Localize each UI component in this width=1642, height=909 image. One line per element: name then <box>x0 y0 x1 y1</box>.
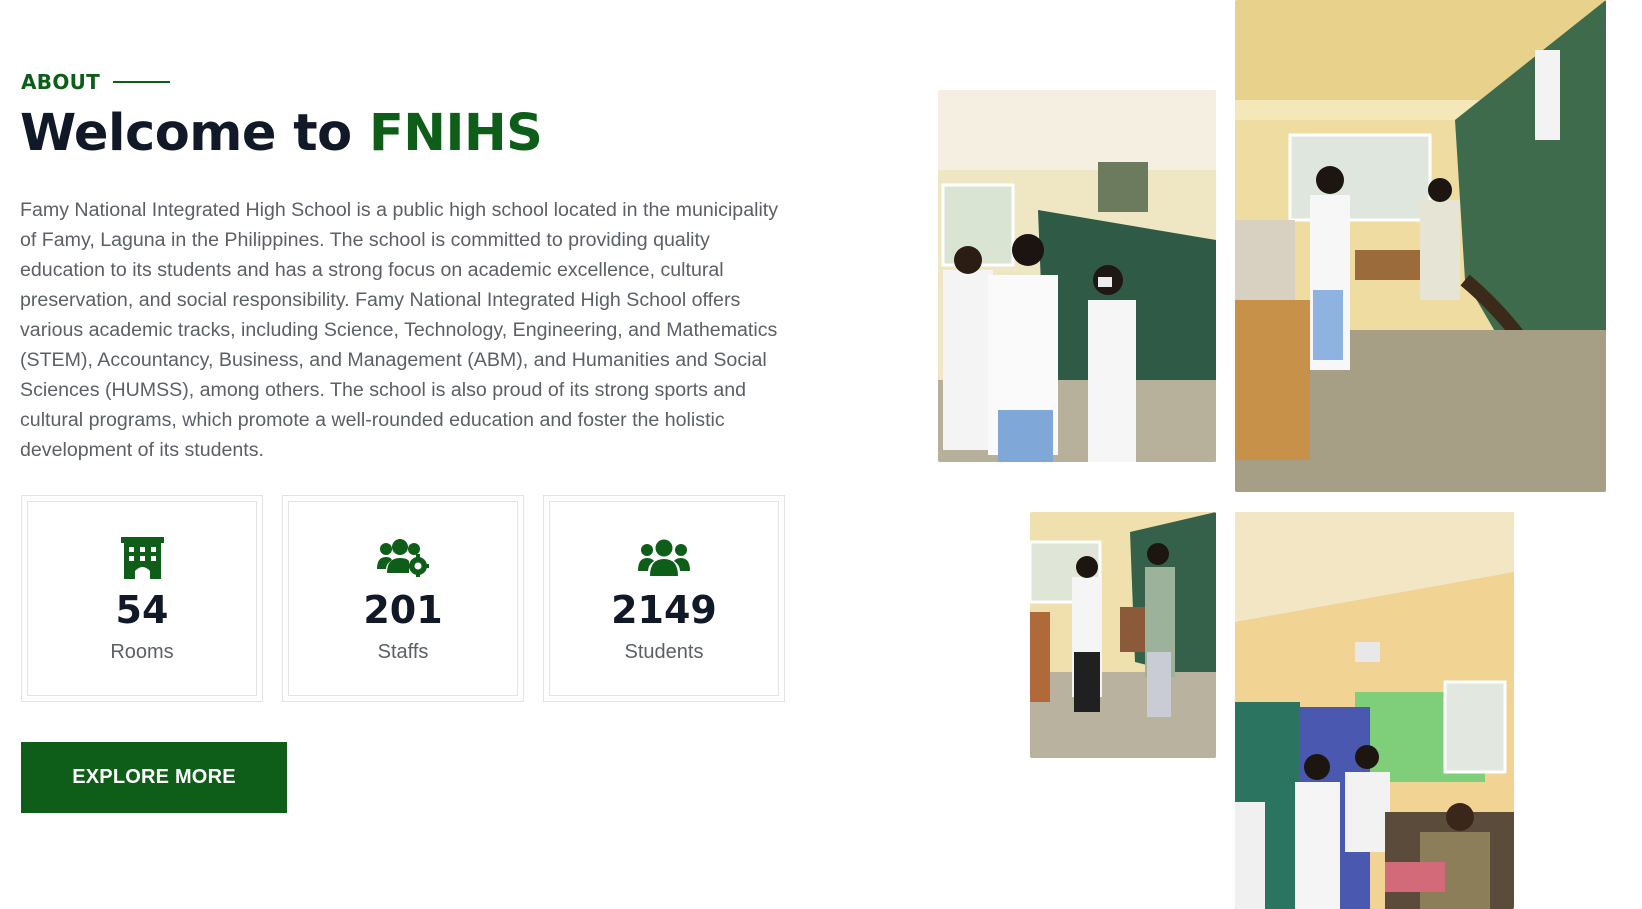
stat-card-students: 2149 Students <box>543 495 785 702</box>
classroom-photo-teacher-desk <box>1235 0 1606 492</box>
stat-value: 2149 <box>611 588 717 632</box>
section-eyebrow: ABOUT <box>21 70 171 94</box>
title-prefix: Welcome to <box>20 104 352 163</box>
users-icon <box>638 537 690 579</box>
building-icon <box>120 537 165 579</box>
stat-card-inner: 201 Staffs <box>288 501 518 696</box>
title-highlight: FNIHS <box>368 104 543 163</box>
classroom-photo-students-standing <box>1030 512 1216 758</box>
stat-card-inner: 2149 Students <box>549 501 779 696</box>
classroom-photo-blackboard <box>938 90 1216 462</box>
stat-label: Students <box>624 641 704 663</box>
stat-card-inner: 54 Rooms <box>27 501 257 696</box>
stat-value: 54 <box>115 588 169 632</box>
stat-label: Staffs <box>377 641 429 663</box>
stat-card-staffs: 201 Staffs <box>282 495 524 702</box>
users-cog-icon <box>377 537 429 579</box>
explore-more-button[interactable]: EXPLORE MORE <box>21 742 287 813</box>
page-title: Welcome to FNIHS <box>20 104 543 163</box>
classroom-photo-lockers <box>1235 512 1514 909</box>
about-label: ABOUT <box>21 70 101 94</box>
stat-card-rooms: 54 Rooms <box>21 495 263 702</box>
school-description: Famy National Integrated High School is … <box>20 199 779 461</box>
stat-value: 201 <box>363 588 443 632</box>
eyebrow-divider <box>113 81 171 83</box>
stat-label: Rooms <box>110 641 174 663</box>
